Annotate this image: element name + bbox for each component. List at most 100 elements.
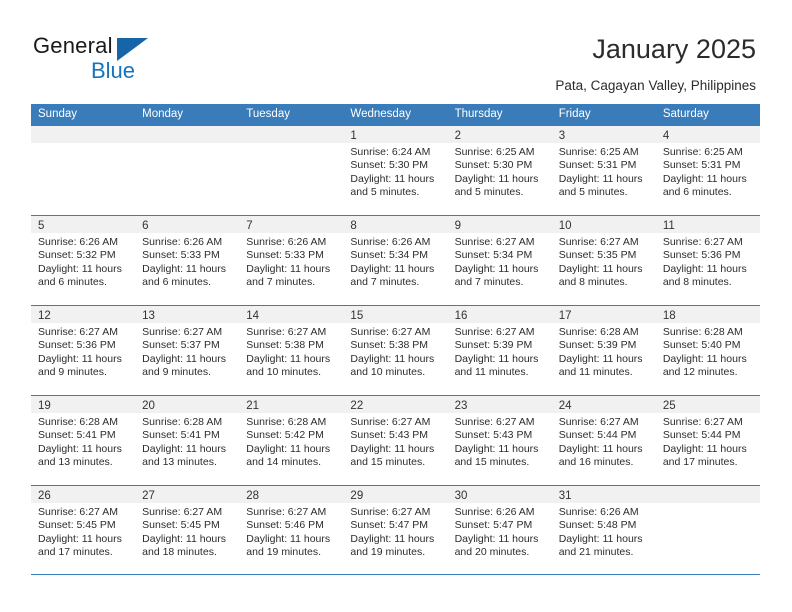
- day-number-band: 5: [31, 216, 136, 233]
- day-cell[interactable]: 15 Sunrise: 6:27 AM Sunset: 5:38 PM Dayl…: [343, 306, 448, 395]
- daylight-text-line1: Daylight: 11 hours: [454, 532, 539, 545]
- generalblue-logo[interactable]: General Blue: [33, 33, 223, 85]
- daylight-text-line1: Daylight: 11 hours: [350, 442, 435, 455]
- sunrise-text: Sunrise: 6:27 AM: [454, 326, 535, 338]
- weekday-header-row: Sunday Monday Tuesday Wednesday Thursday…: [31, 104, 760, 125]
- day-number-band: 30: [447, 486, 552, 503]
- day-number-band: 29: [343, 486, 448, 503]
- daylight-text-line2: and 18 minutes.: [142, 545, 217, 558]
- sunset-text: Sunset: 5:44 PM: [662, 429, 741, 442]
- day-cell[interactable]: 11 Sunrise: 6:27 AM Sunset: 5:36 PM Dayl…: [655, 216, 760, 305]
- sunset-text: Sunset: 5:44 PM: [558, 429, 637, 442]
- day-cell[interactable]: 20 Sunrise: 6:28 AM Sunset: 5:41 PM Dayl…: [135, 396, 240, 485]
- sunrise-text: Sunrise: 6:27 AM: [246, 326, 327, 338]
- day-cell[interactable]: 3 Sunrise: 6:25 AM Sunset: 5:31 PM Dayli…: [551, 126, 656, 215]
- day-details: Sunrise: 6:27 AM Sunset: 5:47 PM Dayligh…: [343, 503, 447, 559]
- day-details: Sunrise: 6:28 AM Sunset: 5:40 PM Dayligh…: [656, 323, 760, 379]
- day-cell[interactable]: 8 Sunrise: 6:26 AM Sunset: 5:34 PM Dayli…: [343, 216, 448, 305]
- daylight-text-line1: Daylight: 11 hours: [38, 442, 122, 455]
- daylight-text-line1: Daylight: 11 hours: [38, 352, 122, 365]
- sunrise-text: Sunrise: 6:26 AM: [246, 236, 327, 248]
- day-cell[interactable]: 30 Sunrise: 6:26 AM Sunset: 5:47 PM Dayl…: [447, 486, 552, 574]
- day-number-band: 14: [239, 306, 344, 323]
- week-row: 5 Sunrise: 6:26 AM Sunset: 5:32 PM Dayli…: [31, 215, 760, 305]
- day-cell[interactable]: 4 Sunrise: 6:25 AM Sunset: 5:31 PM Dayli…: [655, 126, 760, 215]
- day-details: Sunrise: 6:27 AM Sunset: 5:43 PM Dayligh…: [448, 413, 552, 469]
- day-number: 26: [38, 490, 51, 502]
- day-cell[interactable]: 10 Sunrise: 6:27 AM Sunset: 5:35 PM Dayl…: [551, 216, 656, 305]
- day-cell[interactable]: 13 Sunrise: 6:27 AM Sunset: 5:37 PM Dayl…: [135, 306, 240, 395]
- day-details: Sunrise: 6:27 AM Sunset: 5:36 PM Dayligh…: [31, 323, 135, 379]
- day-cell[interactable]: 6 Sunrise: 6:26 AM Sunset: 5:33 PM Dayli…: [135, 216, 240, 305]
- page-subtitle-location: Pata, Cagayan Valley, Philippines: [555, 78, 756, 93]
- daylight-text-line2: and 19 minutes.: [246, 545, 321, 558]
- sunset-text: Sunset: 5:39 PM: [454, 339, 533, 352]
- day-cell[interactable]: 24 Sunrise: 6:27 AM Sunset: 5:44 PM Dayl…: [551, 396, 656, 485]
- day-number: 25: [662, 400, 676, 412]
- day-cell[interactable]: 16 Sunrise: 6:27 AM Sunset: 5:39 PM Dayl…: [447, 306, 552, 395]
- day-number-band: 4: [655, 126, 760, 143]
- day-cell[interactable]: 26 Sunrise: 6:27 AM Sunset: 5:45 PM Dayl…: [31, 486, 136, 574]
- day-details: Sunrise: 6:27 AM Sunset: 5:36 PM Dayligh…: [656, 233, 760, 289]
- daylight-text-line1: Daylight: 11 hours: [142, 532, 226, 545]
- day-cell[interactable]: [135, 126, 240, 215]
- sunrise-text: Sunrise: 6:28 AM: [662, 326, 743, 338]
- sunrise-text: Sunrise: 6:27 AM: [454, 236, 535, 248]
- sunrise-text: Sunrise: 6:27 AM: [246, 506, 327, 518]
- day-number-band: 7: [239, 216, 344, 233]
- daylight-text-line2: and 14 minutes.: [246, 455, 321, 468]
- daylight-text-line1: Daylight: 11 hours: [662, 442, 747, 455]
- day-cell[interactable]: 22 Sunrise: 6:27 AM Sunset: 5:43 PM Dayl…: [343, 396, 448, 485]
- calendar-grid: Sunday Monday Tuesday Wednesday Thursday…: [31, 104, 760, 575]
- daylight-text-line1: Daylight: 11 hours: [246, 442, 331, 455]
- day-number-band: 11: [655, 216, 760, 233]
- logo-text-blue: Blue: [91, 58, 136, 83]
- day-cell[interactable]: [239, 126, 344, 215]
- daylight-text-line2: and 15 minutes.: [454, 455, 530, 468]
- day-details: Sunrise: 6:27 AM Sunset: 5:45 PM Dayligh…: [135, 503, 239, 559]
- day-number: 3: [558, 130, 566, 142]
- day-cell[interactable]: 2 Sunrise: 6:25 AM Sunset: 5:30 PM Dayli…: [447, 126, 552, 215]
- day-cell[interactable]: 14 Sunrise: 6:27 AM Sunset: 5:38 PM Dayl…: [239, 306, 344, 395]
- sunrise-text: Sunrise: 6:26 AM: [350, 236, 431, 248]
- day-cell[interactable]: 28 Sunrise: 6:27 AM Sunset: 5:46 PM Dayl…: [239, 486, 344, 574]
- day-cell[interactable]: 1 Sunrise: 6:24 AM Sunset: 5:30 PM Dayli…: [343, 126, 448, 215]
- day-cell[interactable]: 31 Sunrise: 6:26 AM Sunset: 5:48 PM Dayl…: [551, 486, 656, 574]
- daylight-text-line1: Daylight: 11 hours: [662, 172, 747, 185]
- daylight-text-line1: Daylight: 11 hours: [38, 262, 122, 275]
- day-cell[interactable]: [655, 486, 760, 574]
- day-number-band: 31: [551, 486, 656, 503]
- sunrise-text: Sunrise: 6:27 AM: [38, 326, 118, 338]
- day-cell[interactable]: 9 Sunrise: 6:27 AM Sunset: 5:34 PM Dayli…: [447, 216, 552, 305]
- day-cell[interactable]: 19 Sunrise: 6:28 AM Sunset: 5:41 PM Dayl…: [31, 396, 136, 485]
- day-cell[interactable]: 21 Sunrise: 6:28 AM Sunset: 5:42 PM Dayl…: [239, 396, 344, 485]
- day-cell[interactable]: [31, 126, 136, 215]
- day-details: Sunrise: 6:27 AM Sunset: 5:34 PM Dayligh…: [448, 233, 552, 289]
- day-details: Sunrise: 6:27 AM Sunset: 5:44 PM Dayligh…: [656, 413, 760, 469]
- day-number-band: 24: [551, 396, 656, 413]
- day-cell[interactable]: 25 Sunrise: 6:27 AM Sunset: 5:44 PM Dayl…: [655, 396, 760, 485]
- day-number: 19: [38, 400, 51, 412]
- day-cell[interactable]: 27 Sunrise: 6:27 AM Sunset: 5:45 PM Dayl…: [135, 486, 240, 574]
- daylight-text-line1: Daylight: 11 hours: [350, 532, 435, 545]
- daylight-text-line2: and 5 minutes.: [454, 185, 524, 198]
- weekday-tuesday: Tuesday: [246, 108, 290, 120]
- daylight-text-line2: and 7 minutes.: [246, 275, 316, 288]
- daylight-text-line2: and 13 minutes.: [142, 455, 217, 468]
- day-number: 7: [246, 220, 253, 232]
- day-details: [135, 143, 239, 146]
- sunset-text: Sunset: 5:33 PM: [142, 249, 220, 262]
- day-details: Sunrise: 6:26 AM Sunset: 5:33 PM Dayligh…: [239, 233, 343, 289]
- sunset-text: Sunset: 5:31 PM: [662, 159, 741, 172]
- daylight-text-line2: and 20 minutes.: [454, 545, 530, 558]
- day-cell[interactable]: 12 Sunrise: 6:27 AM Sunset: 5:36 PM Dayl…: [31, 306, 136, 395]
- daylight-text-line1: Daylight: 11 hours: [350, 172, 435, 185]
- day-cell[interactable]: 5 Sunrise: 6:26 AM Sunset: 5:32 PM Dayli…: [31, 216, 136, 305]
- day-cell[interactable]: 23 Sunrise: 6:27 AM Sunset: 5:43 PM Dayl…: [447, 396, 552, 485]
- day-details: Sunrise: 6:27 AM Sunset: 5:43 PM Dayligh…: [343, 413, 447, 469]
- daylight-text-line2: and 7 minutes.: [454, 275, 524, 288]
- day-cell[interactable]: 7 Sunrise: 6:26 AM Sunset: 5:33 PM Dayli…: [239, 216, 344, 305]
- day-cell[interactable]: 29 Sunrise: 6:27 AM Sunset: 5:47 PM Dayl…: [343, 486, 448, 574]
- day-cell[interactable]: 17 Sunrise: 6:28 AM Sunset: 5:39 PM Dayl…: [551, 306, 656, 395]
- day-cell[interactable]: 18 Sunrise: 6:28 AM Sunset: 5:40 PM Dayl…: [655, 306, 760, 395]
